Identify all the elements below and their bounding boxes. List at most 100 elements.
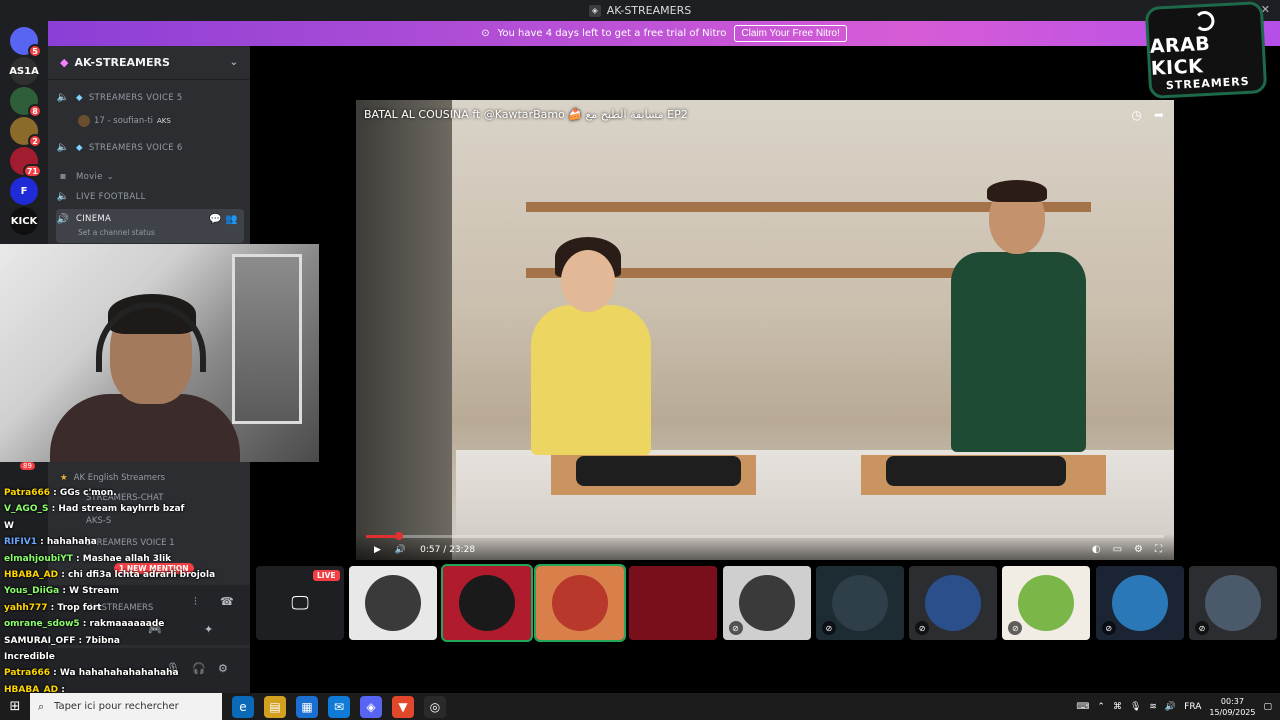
chat-bubble-icon[interactable]: 💬 👥 <box>209 214 238 225</box>
stream-video[interactable]: BATAL AL COUSINA ft @KawtarBamo 🍰 مسابقة… <box>356 100 1174 560</box>
taskbar-clock[interactable]: 00:37 15/09/2025 <box>1209 696 1255 718</box>
edge-icon[interactable]: e <box>232 695 254 718</box>
participant-tile[interactable]: ⊘ <box>722 566 811 640</box>
effects-icon[interactable]: ✦ <box>204 623 213 636</box>
toggle-icon[interactable]: ◐ <box>1092 544 1101 555</box>
gear-icon[interactable]: ⚙ <box>218 662 228 675</box>
channel-live-football[interactable]: 🔈 LIVE FOOTBALL <box>56 191 244 202</box>
brave-icon[interactable]: ▼ <box>392 695 414 718</box>
clock-date: 15/09/2025 <box>1209 707 1256 717</box>
chat-username: Patra666 <box>4 488 51 498</box>
video-top-icons: ◷ ➦ <box>1131 108 1164 122</box>
unread-badge: 2 <box>28 134 42 148</box>
presenter-man <box>951 180 1086 452</box>
channel-streamers-voice-1[interactable]: STREAMERS VOICE 1 <box>86 538 175 548</box>
channel-cinema[interactable]: 🔊 CINEMA 💬 👥 Set a channel status <box>56 209 244 243</box>
unread-badge: 8 <box>28 104 42 118</box>
mail-icon[interactable]: ✉ <box>328 695 350 718</box>
server-label: F <box>20 185 28 197</box>
server-label: AS1A <box>9 65 39 77</box>
obs-icon[interactable]: ◎ <box>424 695 446 718</box>
language-indicator[interactable]: FRA <box>1184 702 1201 712</box>
channel-status[interactable]: Set a channel status <box>78 228 155 237</box>
chat-username: HBABA_AD <box>4 570 59 580</box>
server-icon[interactable]: KICK <box>10 207 38 235</box>
participant-tile[interactable]: ⊘ <box>1189 566 1277 640</box>
file-explorer-icon[interactable]: ▤ <box>264 695 286 718</box>
chat-message: Patra666 : Wa hahahahahahahaha <box>4 668 179 679</box>
category-ak-english-streamers[interactable]: ★ AK English Streamers <box>60 473 165 483</box>
channel-label: AKS-S <box>86 516 112 526</box>
participant-tile[interactable] <box>533 564 626 642</box>
server-icon[interactable]: 8 <box>10 87 42 118</box>
channel-label: STREAMERS VOICE 6 <box>88 142 183 153</box>
network-icon[interactable]: ⌘ <box>1113 702 1122 712</box>
captions-icon[interactable]: ▭ <box>1113 544 1122 555</box>
headphones-icon[interactable]: 🎧 <box>192 662 206 675</box>
server-header[interactable]: ◆ AK-STREAMERS ⌄ <box>48 46 250 80</box>
wifi-icon[interactable]: ≋ <box>1149 702 1157 712</box>
avatar <box>645 575 702 631</box>
video-controls-right: ◐ ▭ ⚙ ⛶ <box>1092 544 1162 555</box>
participant-tile[interactable]: ⊘ <box>909 566 998 640</box>
chat-username: Patra666 <box>4 668 51 679</box>
category-label: AK English Streamers <box>73 473 166 483</box>
windows-start-icon[interactable]: ⊞ <box>0 699 30 714</box>
server-name: AK-STREAMERS <box>74 56 170 69</box>
avatar <box>1111 575 1168 631</box>
discord-icon[interactable]: ◈ <box>360 695 382 718</box>
video-controls-left: ▶ 🔊 0:57 / 23:28 <box>374 545 475 555</box>
server-icon: ◆ <box>60 56 69 69</box>
gear-icon[interactable]: ⚙ <box>1134 544 1143 555</box>
chat-username: Yous_DiiGa <box>4 586 60 597</box>
participant-tile[interactable] <box>629 566 718 640</box>
store-icon[interactable]: ▦ <box>296 695 318 718</box>
server-icon[interactable]: F <box>10 177 38 205</box>
nitro-message: You have 4 days left to get a free trial… <box>497 28 727 39</box>
chat-text: hahahaha <box>46 537 97 548</box>
participant-tile[interactable]: ⊘ <box>815 566 904 640</box>
taskbar-search[interactable]: ⌕ Taper ici pour rechercher <box>30 693 222 720</box>
share-icon[interactable]: ➦ <box>1154 108 1164 122</box>
progress-handle[interactable] <box>394 532 403 540</box>
chat-message: HBABA_AD : chi dfi3a lchta adrarli brojo… <box>4 570 216 580</box>
play-icon[interactable]: ▶ <box>374 545 381 555</box>
search-placeholder: Taper ici pour rechercher <box>54 701 179 712</box>
claim-nitro-button[interactable]: Claim Your Free Nitro! <box>734 25 847 42</box>
participant-tile[interactable] <box>349 566 438 640</box>
muted-icon: ⊘ <box>915 621 930 635</box>
unread-badge: 5 <box>28 44 42 58</box>
voice-user[interactable]: 17 - soufian-ti AKS <box>78 115 171 127</box>
microphone-icon[interactable]: 🎙 <box>1130 702 1141 712</box>
participant-tile[interactable]: ⊘ <box>1002 566 1091 640</box>
disconnect-icon[interactable]: ☎ <box>220 595 234 608</box>
channel-streamers-voice-6[interactable]: 🔈 ◆ STREAMERS VOICE 6 <box>56 142 244 153</box>
server-icon[interactable]: 71 <box>10 147 42 178</box>
chat-text: rakmaaaaaade <box>89 619 165 630</box>
participant-tile[interactable]: ⊘ <box>1095 566 1184 640</box>
webcam-overlay <box>0 244 319 462</box>
chevron-up-icon[interactable]: ⌃ <box>1097 702 1105 712</box>
notification-icon[interactable]: ▢ <box>1263 702 1272 712</box>
window-title: AK-STREAMERS <box>606 4 692 17</box>
speaker-icon: 🔈 <box>56 191 70 202</box>
clock-icon[interactable]: ◷ <box>1131 108 1141 122</box>
channel-label: STREAMERS VOICE 1 <box>86 538 175 548</box>
soundboard-icon[interactable]: ⫶ <box>194 595 197 609</box>
channel-aks-s[interactable]: AKS-S <box>86 516 111 526</box>
background-window <box>232 254 302 424</box>
server-icon[interactable]: 5 <box>10 27 42 58</box>
progress-bar[interactable] <box>366 532 1164 540</box>
keyboard-icon[interactable]: ⌨ <box>1076 702 1089 712</box>
fullscreen-icon[interactable]: ⛶ <box>1155 544 1162 555</box>
chat-text: Trop fort <box>57 602 102 613</box>
chat-message: yahh777 : Trop fort <box>4 602 102 613</box>
participant-tile[interactable] <box>440 564 533 642</box>
server-icon[interactable]: 2 <box>10 117 42 148</box>
channel-streamers-voice-5[interactable]: 🔈 ◆ STREAMERS VOICE 5 <box>56 92 244 103</box>
server-icon[interactable]: AS1A <box>9 57 39 85</box>
volume-icon[interactable]: 🔊 <box>395 545 406 555</box>
volume-icon[interactable]: 🔊 <box>1165 702 1176 712</box>
arab-kick-streamers-logo: ARAB KICK STREAMERS <box>1144 0 1268 100</box>
category-movie[interactable]: ▪ Movie ⌄ <box>56 171 244 182</box>
